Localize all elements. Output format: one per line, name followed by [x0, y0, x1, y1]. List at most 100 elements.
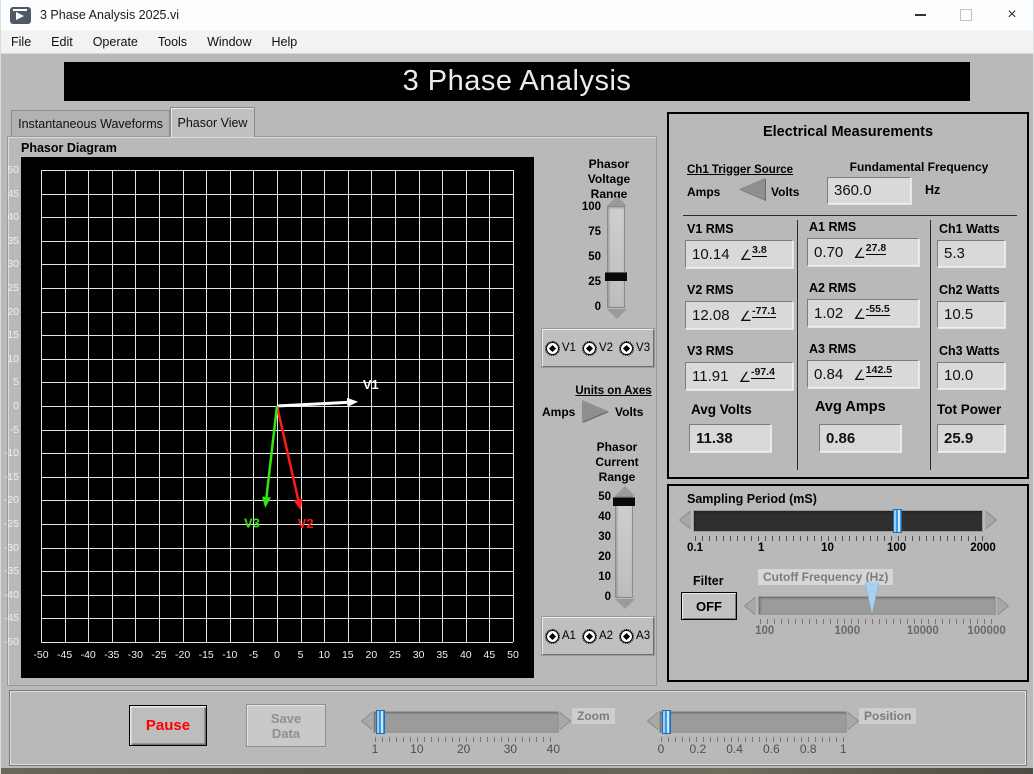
- position-scale: 0 0.2 0.4 0.6 0.8 1: [657, 742, 847, 756]
- radio-label: A1: [561, 630, 576, 642]
- y-tick-label: -10: [3, 447, 19, 460]
- a2-rms-field[interactable]: 1.02 ∠ -55.5: [807, 299, 919, 327]
- units-toggle-lever-icon[interactable]: [582, 400, 608, 422]
- sampling-left-arrow-icon[interactable]: [680, 511, 691, 529]
- cutoff-left-arrow-icon[interactable]: [745, 597, 756, 615]
- tab-instantaneous-waveforms[interactable]: Instantaneous Waveforms: [11, 110, 170, 136]
- position-handle[interactable]: [661, 710, 671, 734]
- y-tick-label: -40: [3, 588, 19, 601]
- angle-icon: ∠ 3.8: [739, 243, 767, 263]
- voltage-range-handle[interactable]: [605, 271, 627, 281]
- tick-label: 75: [588, 226, 601, 238]
- ch1-watts-label: Ch1 Watts: [939, 222, 1000, 236]
- tick-label: 10: [821, 542, 834, 554]
- radio-v3[interactable]: V3: [619, 340, 650, 356]
- avg-amps-field[interactable]: 0.86: [819, 424, 901, 452]
- radio-led-icon[interactable]: [619, 628, 635, 644]
- sampling-period-label: Sampling Period (mS): [687, 492, 817, 506]
- v1-rms-field[interactable]: 10.14 ∠ 3.8: [685, 240, 793, 268]
- zoom-handle[interactable]: [375, 710, 385, 734]
- a1-rms-field[interactable]: 0.70 ∠ 27.8: [807, 238, 919, 266]
- x-tick-label: -10: [222, 649, 238, 661]
- position-left-arrow-icon[interactable]: [648, 712, 659, 730]
- angle-icon: ∠ -77.1: [739, 304, 777, 324]
- x-tick-label: -50: [33, 649, 49, 661]
- radio-led-icon[interactable]: [581, 628, 597, 644]
- minimize-button[interactable]: [897, 0, 943, 30]
- voltage-range-down-arrow-icon[interactable]: [607, 309, 627, 319]
- menu-operate[interactable]: Operate: [83, 35, 148, 49]
- position-slider[interactable]: [659, 710, 847, 734]
- tick-label: 50: [598, 491, 611, 503]
- y-tick-label: 45: [7, 187, 19, 200]
- x-tick-label: 25: [389, 649, 401, 661]
- ch2-watts-label: Ch2 Watts: [939, 283, 1000, 297]
- sampling-period-slider[interactable]: [693, 509, 983, 533]
- tick-label: 100: [755, 625, 775, 637]
- cutoff-ticks: [760, 619, 996, 624]
- menu-help[interactable]: Help: [262, 35, 308, 49]
- banner: 3 Phase Analysis: [64, 62, 970, 101]
- sampling-period-handle[interactable]: [893, 509, 903, 533]
- x-tick-label: 0: [274, 649, 280, 661]
- current-range-slider[interactable]: [613, 496, 635, 598]
- y-tick-label: 50: [7, 164, 19, 176]
- pause-button[interactable]: Pause: [129, 705, 207, 746]
- close-button[interactable]: ×: [989, 0, 1033, 30]
- v3-rms-field[interactable]: 11.91 ∠ -97.4: [685, 362, 793, 390]
- radio-led-icon[interactable]: [544, 628, 560, 644]
- tab-phasor-view[interactable]: Phasor View: [170, 107, 255, 137]
- menu-edit[interactable]: Edit: [41, 35, 83, 49]
- radio-led-icon[interactable]: [619, 340, 635, 356]
- sampling-right-arrow-icon[interactable]: [985, 511, 996, 529]
- y-tick-label: 40: [7, 211, 19, 224]
- ch1-watts-field[interactable]: 5.3: [937, 240, 1005, 267]
- menu-window[interactable]: Window: [197, 35, 261, 49]
- filter-off-button[interactable]: OFF: [681, 592, 737, 620]
- radio-led-icon[interactable]: [544, 340, 560, 356]
- trigger-amps-label: Amps: [687, 185, 721, 199]
- tick-label: 0: [657, 742, 665, 756]
- tot-power-field[interactable]: 25.9: [937, 424, 1005, 452]
- radio-a3[interactable]: A3: [619, 628, 650, 644]
- tick-label: 100: [581, 201, 601, 213]
- radio-a1[interactable]: A1: [544, 628, 576, 644]
- current-range-down-arrow-icon[interactable]: [615, 599, 635, 609]
- phasor-diagram-plot[interactable]: -50 -50 -45 -45 -40 -40 -35 -35 -30 -30 -25 -25 -20-…: [4, 157, 534, 678]
- current-range-handle[interactable]: [613, 497, 635, 506]
- radio-a2[interactable]: A2: [581, 628, 613, 644]
- x-tick-label: 10: [318, 649, 331, 661]
- cutoff-pointer-handle[interactable]: [864, 582, 879, 614]
- ch3-watts-label: Ch3 Watts: [939, 344, 1000, 358]
- zoom-slider-label: Zoom: [572, 708, 615, 724]
- position-slider-label: Position: [859, 708, 917, 724]
- trigger-toggle-lever-icon[interactable]: [739, 178, 765, 200]
- units-amps-label: Amps: [542, 405, 576, 419]
- fundamental-frequency-field[interactable]: 360.0: [827, 177, 911, 204]
- cutoff-right-arrow-icon[interactable]: [997, 597, 1008, 615]
- menu-file[interactable]: File: [1, 35, 41, 49]
- radio-v2[interactable]: V2: [581, 340, 613, 356]
- zoom-right-arrow-icon[interactable]: [559, 712, 570, 730]
- a3-rms-field[interactable]: 0.84 ∠ 142.5: [807, 360, 919, 388]
- menu-tools[interactable]: Tools: [148, 35, 197, 49]
- save-data-button[interactable]: Save Data: [246, 704, 326, 747]
- y-tick-label: -50: [3, 636, 19, 648]
- zoom-left-arrow-icon[interactable]: [362, 712, 373, 730]
- maximize-button[interactable]: [943, 0, 989, 30]
- phasor-diagram-label: Phasor Diagram: [21, 141, 117, 155]
- gridline: [513, 170, 514, 642]
- y-tick-label: 20: [7, 305, 19, 318]
- v2-rms-field[interactable]: 12.08 ∠ -77.1: [685, 301, 793, 329]
- zoom-slider[interactable]: [373, 710, 559, 734]
- radio-led-icon[interactable]: [581, 340, 597, 356]
- ch2-watts-field[interactable]: 10.5: [937, 301, 1005, 328]
- position-right-arrow-icon[interactable]: [847, 712, 858, 730]
- voltage-range-slider[interactable]: [605, 206, 627, 308]
- ch3-watts-field[interactable]: 10.0: [937, 362, 1005, 389]
- a3-rms-label: A3 RMS: [809, 342, 857, 356]
- radio-v1[interactable]: V1: [544, 340, 576, 356]
- voltage-range-up-arrow-icon[interactable]: [607, 196, 627, 206]
- current-range-up-arrow-icon[interactable]: [615, 486, 635, 496]
- avg-volts-field[interactable]: 11.38: [689, 424, 771, 452]
